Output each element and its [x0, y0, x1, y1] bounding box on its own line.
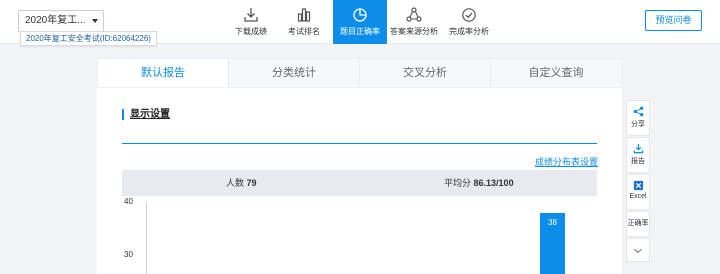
toolbar-completion-rate[interactable]: 完成率分析	[447, 0, 491, 44]
pie-chart-icon	[353, 8, 367, 22]
side-label: 正确率	[627, 220, 649, 227]
accuracy-button[interactable]: 正确率	[626, 211, 650, 237]
bar-value-label: 38	[548, 217, 557, 227]
report-button[interactable]: 报告	[626, 137, 650, 173]
tab-custom-query[interactable]: 自定义查询	[491, 59, 621, 87]
toolbar-label: 考试排名	[288, 27, 320, 36]
chevron-down-icon	[634, 248, 642, 254]
share-nodes-icon	[406, 7, 422, 22]
download-report-icon	[633, 143, 643, 154]
bar-chart-icon	[297, 8, 311, 22]
side-tools: 分享 报告 Excel 正确率	[626, 100, 650, 263]
respondent-count: 人数 79	[226, 178, 257, 188]
survey-tooltip: 2020年复工安全考试(ID:62064226)	[20, 31, 157, 46]
toolbar-answer-source[interactable]: 答案来源分析	[389, 0, 439, 44]
chevron-down-icon	[92, 19, 98, 23]
survey-select-value: 2020年复工...	[25, 15, 86, 26]
y-tick-label: 40	[124, 197, 133, 206]
toolbar-question-accuracy[interactable]: 题目正确率	[333, 0, 387, 44]
toolbar-exam-ranking[interactable]: 考试排名	[286, 0, 322, 44]
stats-bar: 人数 79 平均分 86.13/100	[122, 170, 597, 196]
report-panel: 显示设置 成绩分布表设置 人数 79 平均分 86.13/100 40 30 38	[97, 88, 622, 274]
score-distribution-settings-link[interactable]: 成绩分布表设置	[535, 155, 598, 168]
section-divider	[122, 143, 597, 144]
score-distribution-chart: 40 30 38	[122, 196, 597, 274]
survey-select[interactable]: 2020年复工...	[18, 10, 104, 32]
toolbar-label: 完成率分析	[449, 27, 489, 36]
report-tabs: 默认报告 分类统计 交叉分析 自定义查询	[97, 58, 622, 88]
tab-category-stats[interactable]: 分类统计	[229, 59, 360, 87]
side-label: 报告	[631, 158, 645, 165]
excel-icon	[633, 180, 643, 191]
share-button[interactable]: 分享	[626, 100, 650, 136]
tab-cross-analysis[interactable]: 交叉分析	[360, 59, 491, 87]
preview-survey-button[interactable]: 预览问卷	[645, 10, 702, 31]
display-settings-title[interactable]: 显示设置	[122, 109, 170, 120]
y-axis	[146, 202, 147, 274]
excel-button[interactable]: Excel	[626, 174, 650, 210]
average-score: 平均分 86.13/100	[444, 178, 514, 188]
toolbar-label: 题目正确率	[340, 27, 380, 36]
download-icon	[244, 8, 258, 22]
side-label: 分享	[631, 121, 645, 128]
tab-default-report[interactable]: 默认报告	[98, 59, 229, 87]
share-icon	[633, 106, 643, 117]
toolbar-download-scores[interactable]: 下载成绩	[233, 0, 269, 44]
toolbar-label: 下载成绩	[235, 27, 267, 36]
check-circle-icon	[462, 8, 476, 22]
side-label: Excel	[629, 193, 647, 200]
collapse-button[interactable]	[626, 238, 650, 262]
toolbar-label: 答案来源分析	[390, 27, 438, 36]
y-tick-label: 30	[124, 250, 133, 259]
